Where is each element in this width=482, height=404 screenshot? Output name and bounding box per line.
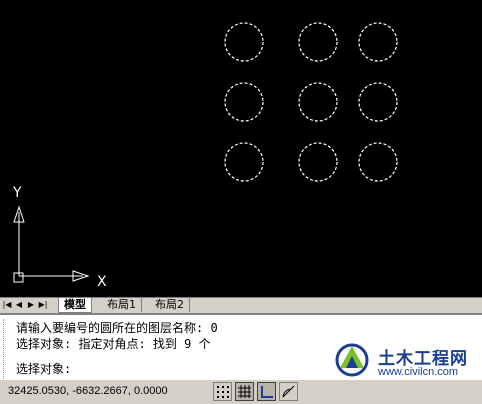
circle-entity[interactable] [298, 22, 338, 62]
prev-layout-icon[interactable]: ◀ [14, 299, 24, 311]
ortho-icon[interactable] [257, 382, 276, 401]
ucs-icon [13, 205, 90, 283]
circle-entity[interactable] [224, 142, 264, 182]
circle-entity[interactable] [358, 22, 398, 62]
snap-icon[interactable] [213, 382, 232, 401]
watermark-url: www.civilcn.com [378, 366, 459, 378]
coordinate-readout: 32425.0530, -6632.2667, 0.0000 [8, 385, 168, 397]
first-layout-icon[interactable]: |◀ [2, 299, 12, 311]
command-history-line: 请输入要编号的圆所在的图层名称: 0 [16, 321, 218, 335]
command-grip[interactable] [3, 319, 10, 379]
polar-icon[interactable] [279, 382, 298, 401]
command-prompt[interactable]: 选择对象: [16, 360, 71, 377]
tab-model[interactable]: 模型 [58, 298, 92, 313]
circle-entity[interactable] [224, 82, 264, 122]
axis-y-label: Y [12, 185, 22, 201]
command-history-line: 选择对象: 指定对角点: 找到 9 个 [16, 337, 211, 351]
status-bar: 32425.0530, -6632.2667, 0.0000 [0, 379, 482, 404]
next-layout-icon[interactable]: ▶ [26, 299, 36, 311]
tab-layout2[interactable]: 布局2 [150, 298, 190, 312]
drawing-canvas[interactable]: Y X [0, 0, 482, 297]
circle-entity[interactable] [298, 82, 338, 122]
axis-x-label: X [97, 274, 107, 290]
circle-entity[interactable] [224, 22, 264, 62]
circle-entity[interactable] [358, 142, 398, 182]
drawing-area[interactable]: Y X [0, 0, 482, 297]
layout-tab-bar: |◀ ◀ ▶ ▶| 模型 布局1 布局2 [0, 297, 482, 314]
circle-entity[interactable] [358, 82, 398, 122]
last-layout-icon[interactable]: ▶| [38, 299, 48, 311]
grid-icon[interactable] [235, 382, 254, 401]
circle-entity[interactable] [298, 142, 338, 182]
tab-layout1[interactable]: 布局1 [102, 298, 142, 312]
